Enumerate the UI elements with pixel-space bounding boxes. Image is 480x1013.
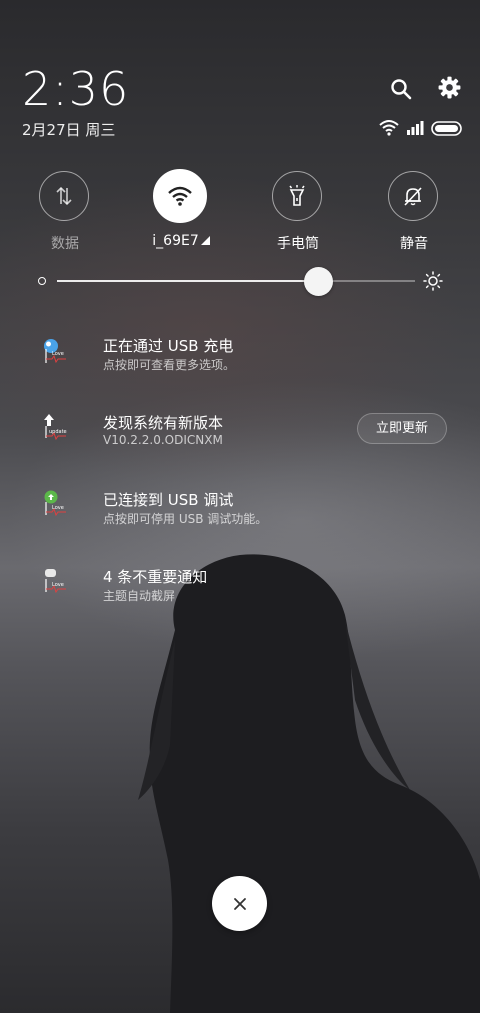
wifi-network-name: i_69E7 — [152, 233, 199, 249]
status-bar-icons — [378, 118, 464, 138]
toggle-label: 手电筒 — [277, 236, 319, 252]
notification-subtitle: V10.2.2.0.ODICNXM — [103, 433, 223, 447]
bell-off-icon — [388, 171, 438, 221]
notification-usb-charging[interactable]: Love 正在通过 USB 充电 点按即可查看更多选项。 — [0, 335, 480, 395]
notification-title: 正在通过 USB 充电 — [103, 337, 234, 355]
toggle-label: i_69E7 — [136, 233, 226, 249]
toggle-silent[interactable]: 静音 — [369, 171, 459, 261]
notification-title: 4 条不重要通知 — [103, 568, 208, 586]
toggle-flashlight[interactable]: 手电筒 — [253, 171, 343, 261]
brightness-slider-knob[interactable] — [303, 267, 333, 296]
notification-title: 发现系统有新版本 — [103, 414, 224, 432]
flashlight-icon — [272, 171, 322, 221]
sun-icon — [423, 271, 443, 295]
cellular-signal-icon — [407, 121, 424, 135]
gear-icon[interactable] — [437, 75, 462, 104]
notification-subtitle: 点按即可停用 USB 调试功能。 — [103, 512, 268, 526]
theme-app-icon: Love — [40, 566, 70, 596]
notification-usb-debugging[interactable]: Love 已连接到 USB 调试 点按即可停用 USB 调试功能。 — [0, 489, 480, 549]
chevron-corner-icon — [200, 236, 210, 245]
clear-notifications-button[interactable] — [212, 876, 267, 931]
notification-subtitle: 点按即可查看更多选项。 — [103, 358, 236, 372]
search-icon[interactable] — [389, 77, 413, 105]
notification-unimportant-group[interactable]: Love 4 条不重要通知 主题自动截屏 — [0, 566, 480, 626]
battery-icon — [431, 121, 462, 136]
clock-time: 2:36 — [22, 62, 130, 116]
svg-text:Love: Love — [52, 582, 64, 588]
update-now-button[interactable]: 立即更新 — [357, 413, 447, 444]
usb-debug-app-icon: Love — [40, 489, 70, 519]
close-icon — [233, 897, 246, 910]
toggle-label: 静音 — [400, 236, 428, 252]
toggle-label: 数据 — [51, 236, 79, 252]
brightness-low-icon — [38, 277, 46, 285]
data-arrows-icon — [39, 171, 89, 221]
svg-text:Love: Love — [52, 351, 64, 357]
svg-text:Love: Love — [52, 505, 64, 511]
brightness-track-filled[interactable] — [57, 280, 319, 282]
svg-text:update: update — [49, 429, 67, 435]
update-app-icon: update — [40, 412, 70, 442]
wifi-icon — [379, 120, 399, 136]
usb-charge-app-icon: Love — [40, 337, 70, 367]
toggle-mobile-data[interactable]: 数据 — [20, 171, 110, 261]
notification-subtitle: 主题自动截屏 — [103, 589, 176, 603]
date-label: 2月27日 周三 — [22, 121, 116, 139]
toggle-wifi[interactable]: i_69E7 — [136, 169, 226, 261]
notification-title: 已连接到 USB 调试 — [103, 491, 234, 509]
wifi-icon — [153, 169, 207, 223]
